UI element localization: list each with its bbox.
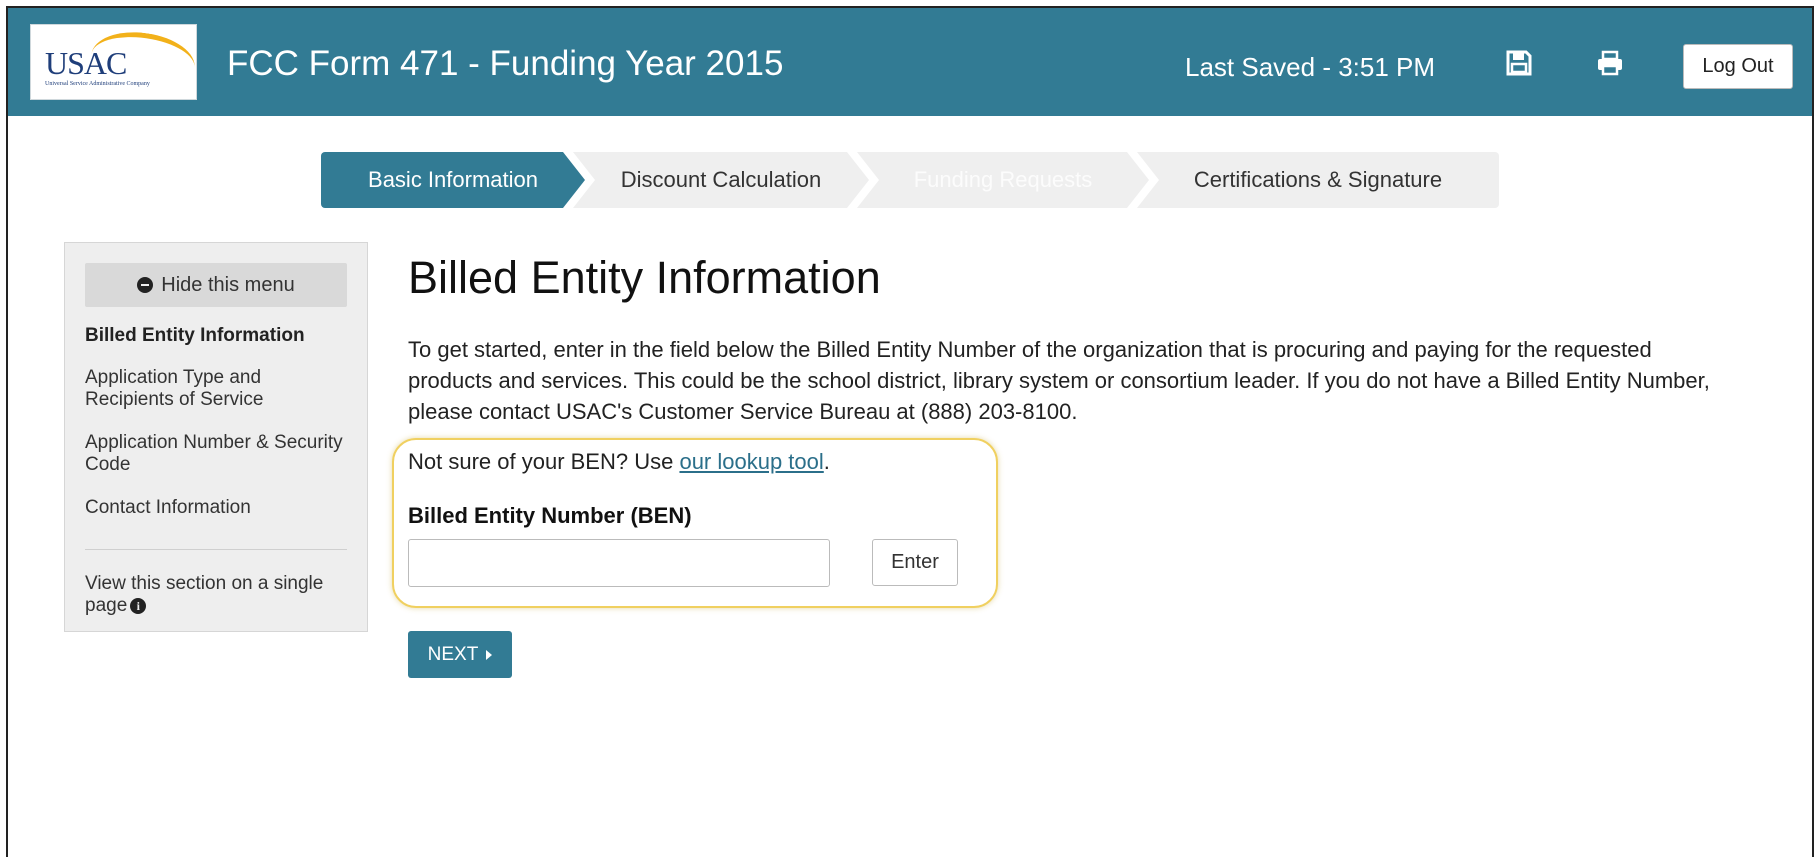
single-page-link[interactable]: View this section on a single page i [85, 573, 347, 617]
sidebar-item-contact-information[interactable]: Contact Information [85, 497, 347, 519]
step-discount-calculation[interactable]: Discount Calculation [573, 152, 869, 208]
logo-text: USAC [45, 45, 127, 81]
next-label: NEXT [427, 643, 479, 665]
header-bar: USAC Universal Service Administrative Co… [8, 8, 1812, 116]
step-label: Funding Requests [913, 167, 1093, 192]
caret-right-icon [486, 649, 493, 660]
ben-input[interactable] [408, 539, 830, 587]
wizard-steps: Basic Information Discount Calculation F… [321, 152, 1499, 208]
next-button[interactable]: NEXT [408, 631, 512, 678]
intro-text: To get started, enter in the field below… [408, 337, 1710, 424]
lookup-prefix: Not sure of your BEN? Use [408, 449, 680, 474]
ben-field-label: Billed Entity Number (BEN) [408, 503, 692, 528]
hide-menu-label: Hide this menu [161, 273, 295, 296]
logout-button[interactable]: Log Out [1683, 44, 1793, 89]
single-page-label: View this section on a single page [85, 573, 324, 616]
last-saved-status: Last Saved - 3:51 PM [1185, 52, 1436, 82]
logo-subtext: Universal Service Administrative Company [45, 81, 150, 87]
step-label: Basic Information [368, 167, 538, 192]
printer-icon[interactable] [1596, 50, 1624, 76]
form-title: FCC Form 471 - Funding Year 2015 [227, 44, 784, 83]
step-label: Certifications & Signature [1193, 167, 1443, 192]
usac-logo[interactable]: USAC Universal Service Administrative Co… [30, 24, 199, 100]
info-icon[interactable]: i [130, 598, 147, 614]
sidebar-item-application-type[interactable]: Application Type and Recipients of Servi… [85, 367, 347, 411]
step-funding-requests: Funding Requests [857, 152, 1149, 208]
hide-menu-button[interactable]: Hide this menu [85, 263, 347, 307]
app-frame: USAC Universal Service Administrative Co… [6, 6, 1814, 857]
lookup-hint: Not sure of your BEN? Use our lookup too… [408, 449, 830, 475]
section-menu: Hide this menu Billed Entity Information… [64, 242, 368, 632]
sidebar-item-application-number[interactable]: Application Number & Security Code [85, 432, 347, 476]
floppy-disk-icon[interactable] [1506, 50, 1532, 76]
step-label: Discount Calculation [620, 167, 822, 192]
lookup-tool-link[interactable]: our lookup tool [679, 449, 823, 474]
step-certifications-signature[interactable]: Certifications & Signature [1137, 152, 1499, 208]
page-title: Billed Entity Information [408, 252, 881, 303]
minus-circle-icon [137, 277, 154, 293]
sidebar-divider [85, 549, 347, 550]
sidebar-item-billed-entity-information[interactable]: Billed Entity Information [85, 325, 347, 347]
enter-button[interactable]: Enter [872, 539, 958, 586]
step-basic-information[interactable]: Basic Information [321, 152, 585, 208]
lookup-suffix: . [823, 449, 830, 474]
